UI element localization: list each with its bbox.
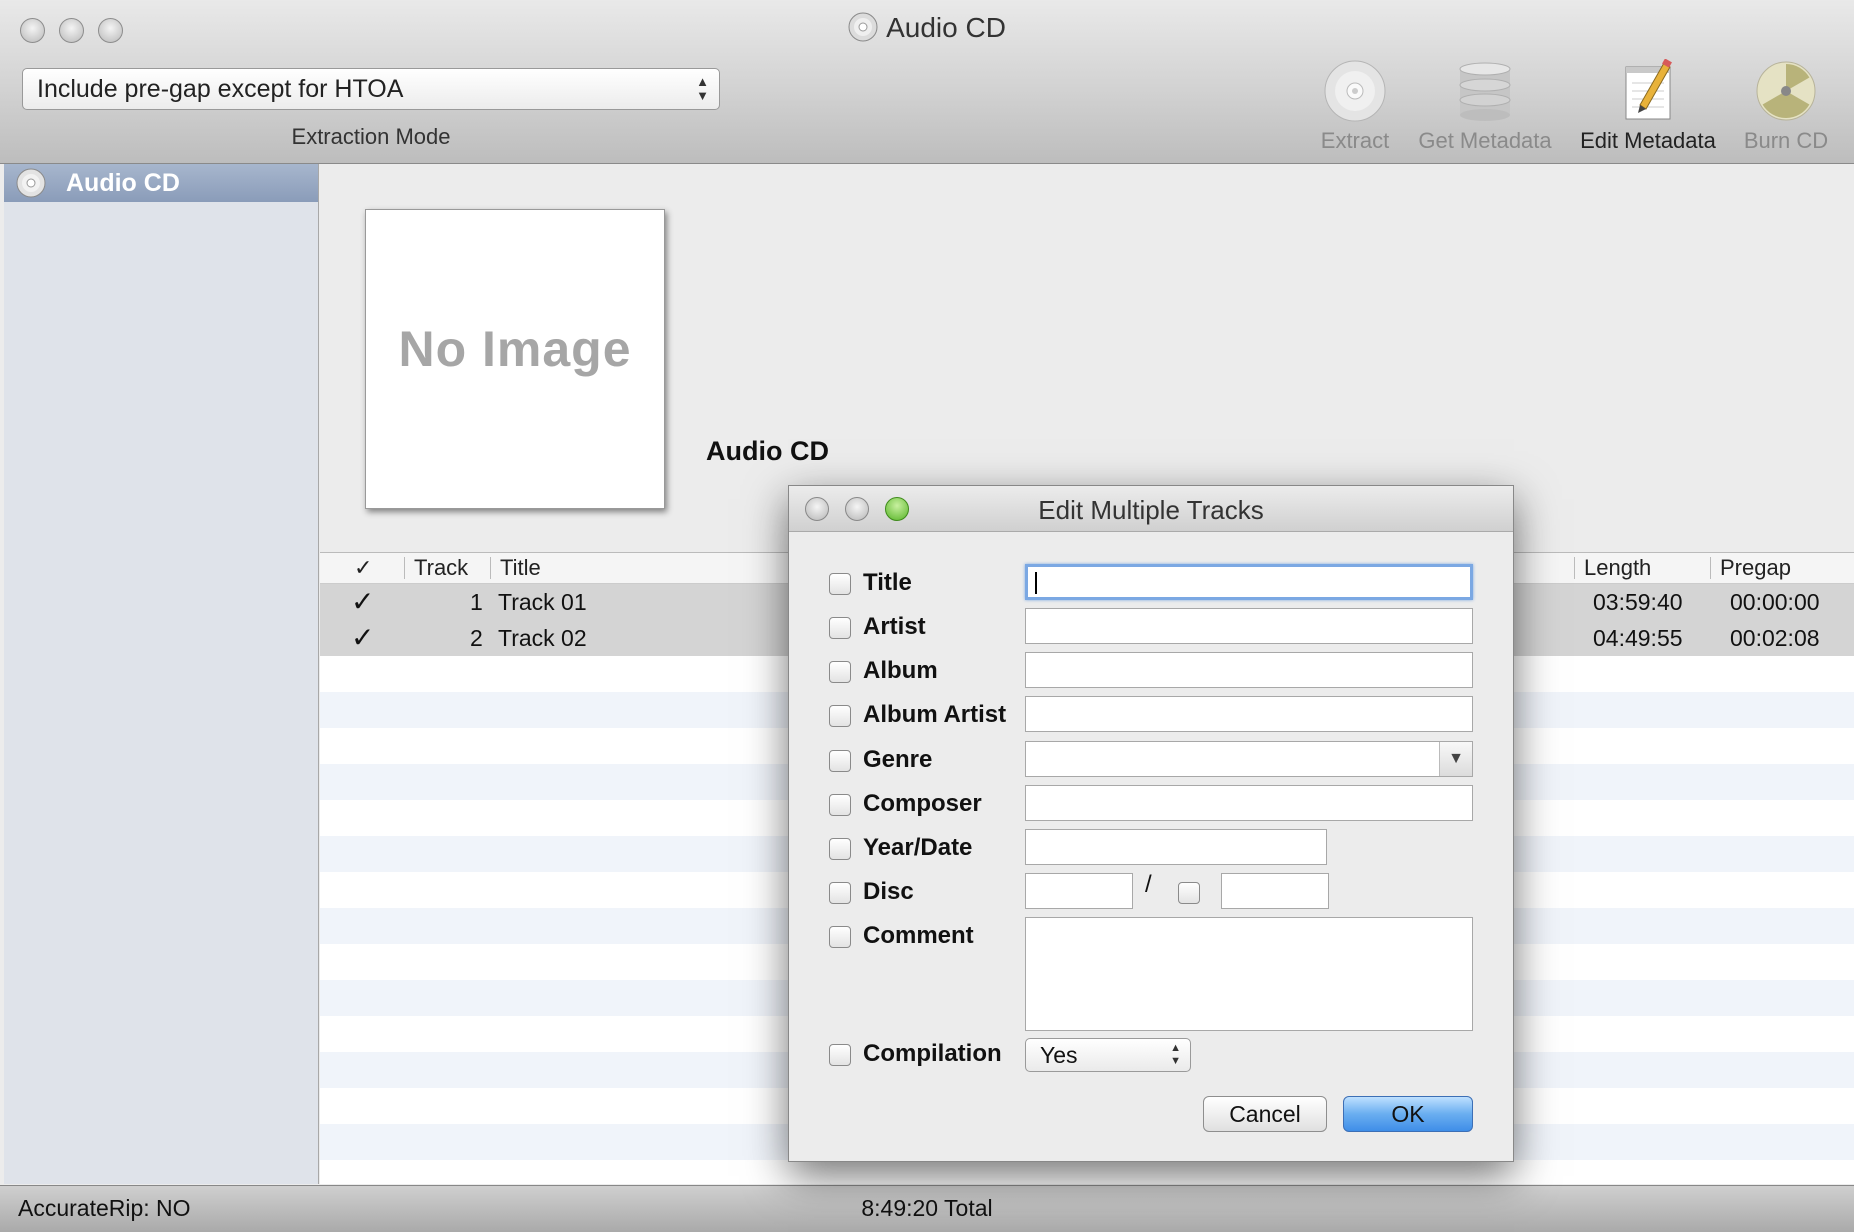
comment-checkbox[interactable] (829, 926, 851, 948)
disc-checkbox[interactable] (829, 882, 851, 904)
get-metadata-label: Get Metadata (1418, 128, 1552, 153)
sidebar-item-label: Audio CD (66, 169, 180, 197)
window-title: Audio CD (0, 12, 1854, 44)
track-length: 03:59:40 (1593, 589, 1683, 615)
title-field[interactable] (1025, 564, 1473, 600)
comment-textarea[interactable] (1025, 917, 1473, 1031)
disc-total-checkbox[interactable] (1178, 882, 1200, 904)
no-image-text: No Image (398, 321, 632, 377)
cd-icon (1324, 60, 1386, 122)
status-bar: AccurateRip: NO 8:49:20 Total (0, 1185, 1854, 1232)
compilation-label: Compilation (863, 1040, 1002, 1067)
edit-multiple-tracks-dialog: Edit Multiple Tracks Title Artist Album … (788, 485, 1514, 1162)
ok-button[interactable]: OK (1343, 1096, 1473, 1132)
column-header-check[interactable]: ✓ (354, 555, 372, 581)
cd-icon (848, 12, 878, 42)
year-checkbox[interactable] (829, 838, 851, 860)
extraction-mode-label: Extraction Mode (291, 124, 451, 149)
column-header-pregap[interactable]: Pregap (1720, 555, 1791, 581)
extraction-mode-select[interactable]: Include pre-gap except for HTOA ▲ ▼ (22, 68, 720, 110)
artist-field[interactable] (1025, 608, 1473, 644)
edit-metadata-label: Edit Metadata (1580, 128, 1716, 153)
composer-checkbox[interactable] (829, 794, 851, 816)
column-header-track[interactable]: Track (414, 555, 468, 581)
artist-checkbox[interactable] (829, 617, 851, 639)
extract-button[interactable]: Extract (1308, 58, 1402, 154)
chevron-down-icon[interactable]: ▼ (1439, 742, 1472, 776)
burn-cd-label: Burn CD (1743, 128, 1829, 153)
title-checkbox[interactable] (829, 573, 851, 595)
compilation-checkbox[interactable] (829, 1044, 851, 1066)
total-duration: 8:49:20 Total (861, 1195, 993, 1221)
track-pregap: 00:02:08 (1730, 625, 1820, 651)
toolbar: Audio CD Include pre-gap except for HTOA… (0, 0, 1854, 164)
comment-label: Comment (863, 922, 974, 949)
cancel-button[interactable]: Cancel (1203, 1096, 1327, 1132)
album-field[interactable] (1025, 652, 1473, 688)
album-label: Album (863, 657, 938, 684)
updown-arrows-icon: ▲ ▼ (1170, 1042, 1181, 1067)
title-label: Title (863, 569, 912, 596)
track-checkbox[interactable]: ✓ (351, 624, 374, 652)
track-pregap: 00:00:00 (1730, 589, 1820, 615)
column-header-title[interactable]: Title (500, 555, 541, 581)
extraction-mode-value: Include pre-gap except for HTOA (37, 75, 404, 103)
main-window: Audio CD Include pre-gap except for HTOA… (0, 0, 1854, 1232)
album-title: Audio CD (706, 436, 829, 466)
disc-total-field[interactable] (1221, 873, 1329, 909)
burn-cd-button[interactable]: Burn CD (1738, 58, 1834, 154)
compilation-select[interactable]: Yes ▲ ▼ (1025, 1038, 1191, 1072)
dialog-title: Edit Multiple Tracks (1038, 495, 1264, 525)
sidebar-item-audio-cd[interactable]: Audio CD (4, 164, 318, 202)
dialog-titlebar: Edit Multiple Tracks (789, 486, 1513, 532)
sidebar: Audio CD (4, 164, 319, 1184)
track-length: 04:49:55 (1593, 625, 1683, 651)
disc-number-field[interactable] (1025, 873, 1133, 909)
database-icon (1459, 62, 1511, 121)
track-title: Track 01 (498, 589, 587, 615)
updown-arrows-icon: ▲ ▼ (696, 74, 709, 103)
track-number: 2 (470, 625, 483, 651)
album-artist-checkbox[interactable] (829, 705, 851, 727)
album-artist-label: Album Artist (863, 701, 1007, 728)
composer-label: Composer (863, 790, 982, 817)
notepad-pencil-icon (1625, 59, 1672, 120)
track-title: Track 02 (498, 625, 587, 651)
artist-label: Artist (863, 613, 926, 640)
extract-label: Extract (1320, 128, 1390, 153)
composer-field[interactable] (1025, 785, 1473, 821)
track-checkbox[interactable]: ✓ (351, 588, 374, 616)
cd-icon (16, 168, 46, 198)
album-cover-placeholder[interactable]: No Image (365, 209, 665, 509)
radiation-icon (1756, 61, 1816, 121)
disc-separator: / (1145, 871, 1152, 898)
table-empty-row (320, 1160, 1854, 1184)
year-field[interactable] (1025, 829, 1327, 865)
album-checkbox[interactable] (829, 661, 851, 683)
year-label: Year/Date (863, 834, 973, 861)
genre-label: Genre (863, 746, 933, 773)
window-title-text: Audio CD (886, 12, 1006, 43)
genre-combobox[interactable]: ▼ (1025, 741, 1473, 777)
compilation-value: Yes (1040, 1042, 1078, 1068)
disc-label: Disc (863, 878, 914, 905)
column-header-length[interactable]: Length (1584, 555, 1651, 581)
album-artist-field[interactable] (1025, 696, 1473, 732)
edit-metadata-button[interactable]: Edit Metadata (1572, 58, 1724, 154)
genre-checkbox[interactable] (829, 750, 851, 772)
track-number: 1 (470, 589, 483, 615)
get-metadata-button[interactable]: Get Metadata (1410, 58, 1560, 154)
